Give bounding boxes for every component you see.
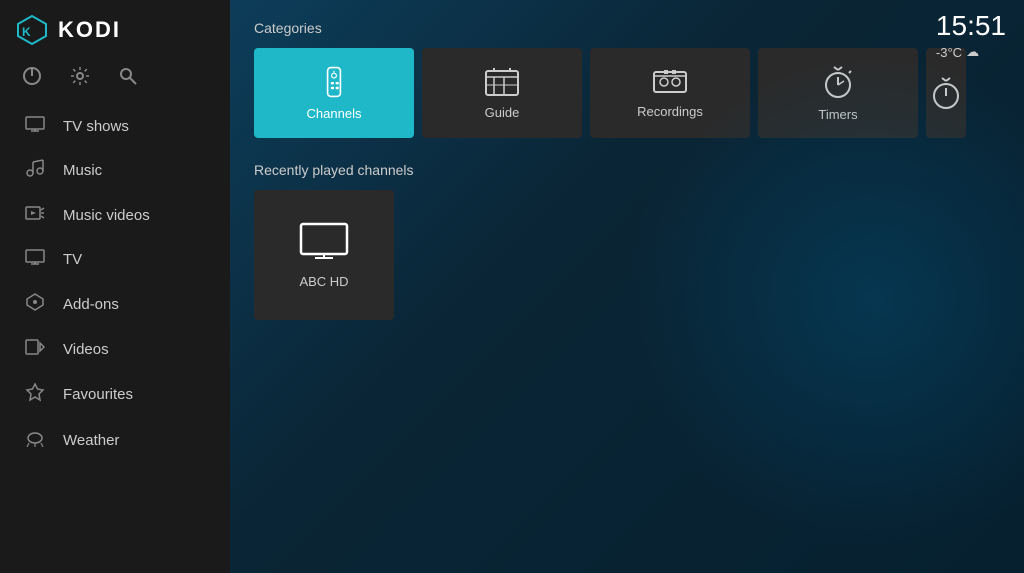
sidebar-item-music-videos[interactable]: Music videos [0,193,230,238]
power-button[interactable] [22,66,42,91]
tv-icon [23,249,47,270]
sidebar-label-weather: Weather [63,432,119,449]
tv-shows-icon [23,116,47,137]
music-icon [23,159,47,182]
sidebar: K KODI [0,0,230,573]
sidebar-item-tv[interactable]: TV [0,238,230,281]
weather-display: -3°C ☁ [936,44,1006,60]
category-timers-label: Timers [818,107,857,122]
nav-menu: TV shows Music [0,105,230,573]
guide-icon [484,67,520,97]
sidebar-header: K KODI [0,0,230,60]
kodi-logo-icon: K [16,14,48,46]
category-guide-label: Guide [485,105,520,120]
clock-display: 15:51 [936,12,1006,40]
category-guide[interactable]: Guide [422,48,582,138]
category-timers2[interactable] [926,48,966,138]
top-bar: 15:51 -3°C ☁ [936,12,1006,60]
category-channels-label: Channels [307,106,362,121]
timers2-icon [931,76,961,110]
temperature-display: -3°C [936,45,962,60]
sidebar-item-music[interactable]: Music [0,148,230,193]
categories-label: Categories [254,20,1000,36]
sidebar-label-tv: TV [63,251,82,268]
settings-button[interactable] [70,66,90,91]
sidebar-item-videos[interactable]: Videos [0,328,230,371]
sidebar-label-favourites: Favourites [63,386,133,403]
videos-icon [23,339,47,360]
sidebar-label-videos: Videos [63,341,109,358]
sidebar-label-music: Music [63,162,102,179]
add-ons-icon [23,292,47,317]
search-button[interactable] [118,66,138,91]
sidebar-controls [0,60,230,105]
sidebar-item-favourites[interactable]: Favourites [0,371,230,418]
recently-played-label: Recently played channels [254,162,1000,178]
channel-grid: ABC HD [254,190,1000,320]
svg-text:K: K [22,25,31,39]
app-title: KODI [58,17,121,43]
sidebar-item-add-ons[interactable]: Add-ons [0,281,230,328]
category-recordings-label: Recordings [637,104,703,119]
category-recordings[interactable]: Recordings [590,48,750,138]
sidebar-item-weather[interactable]: Weather [0,418,230,463]
category-timers[interactable]: Timers [758,48,918,138]
categories-list: Channels Guide [254,48,1000,138]
weather-cloud-icon: ☁ [966,44,979,60]
recordings-icon [652,68,688,96]
timers-icon [823,65,853,99]
sidebar-label-tv-shows: TV shows [63,118,129,135]
sidebar-label-add-ons: Add-ons [63,296,119,313]
channel-tv-icon [299,222,349,262]
channels-remote-icon [318,66,350,98]
sidebar-item-tv-shows[interactable]: TV shows [0,105,230,148]
weather-icon [23,429,47,452]
music-videos-icon [23,204,47,227]
main-content: 15:51 -3°C ☁ Categories Channels [230,0,1024,573]
favourites-icon [23,382,47,407]
channel-abc-hd[interactable]: ABC HD [254,190,394,320]
sidebar-label-music-videos: Music videos [63,207,150,224]
channel-abc-hd-label: ABC HD [299,274,348,289]
category-channels[interactable]: Channels [254,48,414,138]
